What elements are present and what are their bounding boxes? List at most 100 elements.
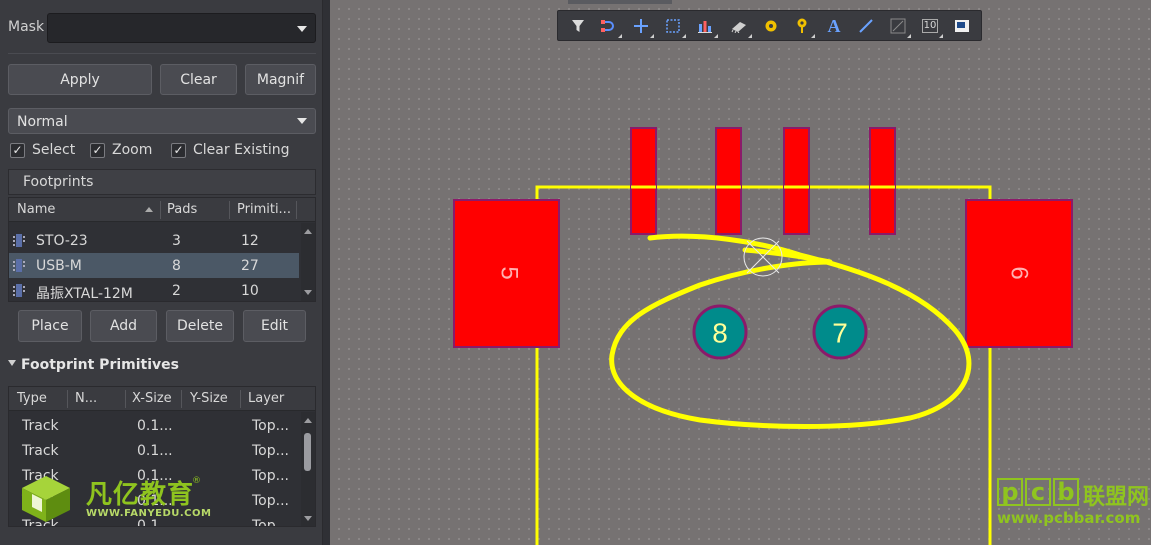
string-icon[interactable]: 10 (920, 16, 943, 38)
column-divider (229, 201, 230, 219)
pcb-canvas[interactable]: 5 6 8 7 p c b 联盟网 www.pcbbar.com (330, 0, 1151, 545)
pad-signal[interactable] (869, 127, 896, 235)
primitives-scrollbar[interactable] (301, 412, 315, 526)
sort-asc-icon (145, 207, 153, 212)
footprints-scrollbar[interactable] (301, 223, 315, 301)
component-icon[interactable] (729, 16, 752, 38)
table-row[interactable]: STO-23 3 12 (9, 228, 299, 253)
footprints-table: Name Pads Primiti... STO-23 3 12 USB-M 8… (8, 197, 316, 302)
clear-existing-checkbox[interactable]: ✓ Clear Existing (171, 141, 290, 159)
text-icon[interactable]: A (824, 16, 844, 36)
table-header: Name Pads Primiti... (9, 198, 315, 222)
scroll-up-icon[interactable] (304, 229, 312, 234)
column-header-name[interactable]: Name (17, 202, 55, 217)
chevron-down-icon (297, 118, 307, 124)
footprint-drawing: 5 6 8 7 (453, 127, 1073, 545)
align-bars-icon[interactable] (695, 16, 718, 38)
footprint-primitives-title[interactable]: Footprint Primitives (8, 357, 179, 373)
via-icon[interactable] (792, 16, 815, 38)
column-header-type[interactable]: Type (17, 391, 47, 406)
add-button[interactable]: Add (90, 310, 157, 342)
column-divider (181, 390, 182, 408)
divider (8, 53, 316, 54)
registered-mark: ® (192, 476, 201, 486)
edit-button[interactable]: Edit (243, 310, 306, 342)
scroll-up-icon[interactable] (304, 418, 312, 423)
column-divider (67, 390, 68, 408)
chevron-down-icon (297, 26, 307, 32)
footprint-primitives-label: Footprint Primitives (21, 357, 179, 373)
silk-top-edge (535, 185, 992, 201)
footprint-pads: 3 (172, 233, 181, 249)
select-checkbox[interactable]: ✓ Select (10, 141, 75, 159)
string-glyph: 10 (921, 19, 939, 33)
fanyedu-logo: 凡亿教育 ® WWW.FANYEDU.COM (18, 474, 211, 522)
table-header: Type N... X-Size Y-Size Layer (9, 387, 315, 411)
document-tab[interactable] (568, 0, 672, 4)
pad-icon[interactable] (761, 16, 781, 36)
left-panel: Mask Apply Clear Magnif Normal ✓ Select … (0, 0, 323, 545)
zoom-checkbox-label: Zoom (112, 142, 153, 158)
footprint-primitives: 12 (241, 233, 259, 249)
column-divider (125, 390, 126, 408)
mode-select[interactable]: Normal (8, 108, 316, 134)
column-header-n[interactable]: N... (75, 391, 97, 406)
pad-7-label: 7 (832, 318, 848, 349)
pad-signal[interactable] (630, 127, 657, 235)
scroll-down-icon[interactable] (304, 290, 312, 295)
line-icon[interactable] (856, 16, 876, 36)
fanyedu-name: 凡亿教育 (86, 480, 195, 510)
active-bar-toolbar: A 10 (557, 10, 982, 41)
scroll-down-icon[interactable] (304, 516, 312, 521)
interactive-route-icon[interactable] (599, 16, 622, 38)
mask-input[interactable] (47, 13, 316, 43)
magnify-button[interactable]: Magnif (245, 64, 316, 95)
clear-button[interactable]: Clear (160, 64, 237, 95)
table-row-selected[interactable]: USB-M 8 27 (9, 253, 299, 278)
primitive-type: Track (22, 418, 59, 434)
crosshair-icon[interactable] (631, 16, 654, 38)
footprint-name: USB-M (36, 258, 82, 274)
pad-5-label: 5 (496, 266, 523, 279)
collapse-icon (8, 360, 16, 366)
filter-icon[interactable] (568, 16, 588, 36)
view-icon[interactable] (952, 16, 972, 36)
select-rect-icon[interactable] (663, 16, 686, 38)
pcb-letter: p (997, 478, 1023, 506)
primitive-x-size: 0.1... (137, 443, 173, 459)
pad-signal[interactable] (783, 127, 810, 235)
check-icon: ✓ (171, 142, 186, 158)
dimension-icon[interactable] (888, 16, 911, 38)
annotation-loop (609, 233, 972, 429)
apply-button[interactable]: Apply (8, 64, 152, 95)
pcbbar-url: www.pcbbar.com (997, 509, 1141, 527)
column-header-primitives[interactable]: Primiti... (237, 202, 291, 217)
check-icon: ✓ (90, 142, 105, 158)
zoom-checkbox[interactable]: ✓ Zoom (90, 141, 152, 159)
column-divider (160, 201, 161, 219)
primitive-layer: Top... (252, 518, 289, 527)
column-divider (240, 390, 241, 408)
primitive-x-size: 0.1... (137, 418, 173, 434)
table-row[interactable]: Track 0.1... Top... (9, 438, 315, 463)
scroll-thumb[interactable] (304, 433, 311, 471)
pcbbar-name: 联盟网 (1083, 485, 1150, 510)
pad-8-label: 8 (712, 318, 728, 349)
footprint-icon (13, 234, 25, 247)
mode-value: Normal (17, 114, 68, 130)
primitive-layer: Top... (252, 443, 289, 459)
pad-signal[interactable] (715, 127, 742, 235)
place-button[interactable]: Place (18, 310, 82, 342)
column-header-layer[interactable]: Layer (248, 391, 284, 406)
pcb-letters: p c b (997, 478, 1081, 508)
column-header-y-size[interactable]: Y-Size (190, 391, 228, 406)
table-row[interactable]: Track 0.1... Top... (9, 413, 315, 438)
footprints-header: Footprints (8, 169, 316, 195)
table-row[interactable]: 晶振XTAL-12M 2 10 (9, 278, 299, 301)
select-checkbox-label: Select (32, 142, 76, 158)
delete-button[interactable]: Delete (166, 310, 234, 342)
primitive-layer: Top... (252, 418, 289, 434)
pcb-letter: b (1053, 478, 1079, 506)
column-header-x-size[interactable]: X-Size (132, 391, 172, 406)
column-header-pads[interactable]: Pads (167, 202, 197, 217)
